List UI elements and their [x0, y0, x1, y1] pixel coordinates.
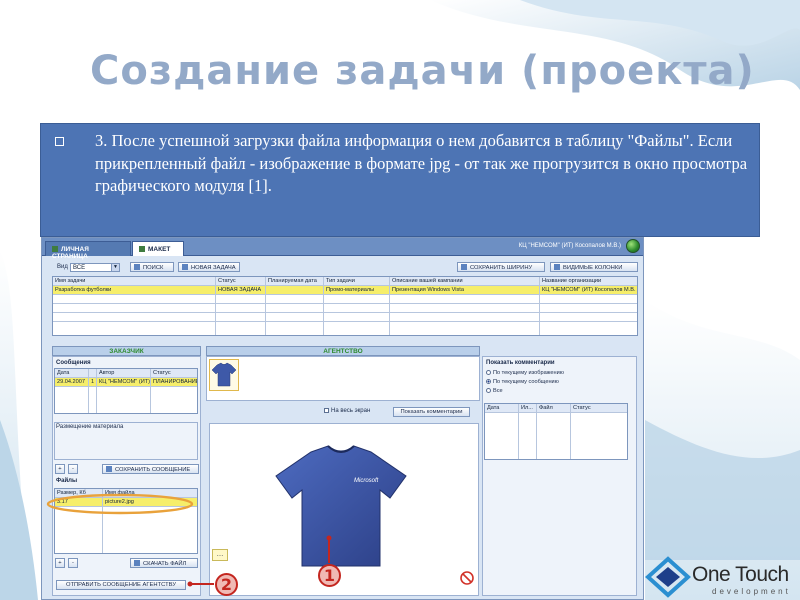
- column-header[interactable]: Описание вашей кампании: [390, 277, 540, 286]
- columns-icon: [554, 264, 560, 270]
- chevron-down-icon: ▼: [111, 264, 119, 271]
- search-icon: [134, 264, 140, 270]
- save-width-button[interactable]: СОХРАНИТЬ ШИРИНУ: [457, 262, 545, 272]
- checkbox-icon: [324, 408, 329, 413]
- files-table: Размер, Кб Имя файла 3.17 picture2.jpg: [54, 488, 198, 554]
- fit-screen-checkbox[interactable]: На весь экран: [324, 408, 370, 414]
- tshirt-brand-text: Microsoft: [354, 478, 379, 484]
- column-header[interactable]: [89, 369, 97, 378]
- current-user: КЦ "НЕМСОМ" (ИТ) Косопалов М.В.): [518, 243, 621, 249]
- tab-layout[interactable]: МАКЕТ: [132, 241, 184, 256]
- save-icon: [106, 466, 112, 472]
- thumbnail-selected[interactable]: [209, 359, 239, 391]
- column-header[interactable]: Название организации: [540, 277, 637, 286]
- save-message-button[interactable]: СОХРАНИТЬ СООБЩЕНИЕ: [102, 464, 199, 474]
- show-comments-label: Показать комментарии: [486, 360, 555, 366]
- save-icon: [461, 264, 467, 270]
- table-row[interactable]: 3.17 picture2.jpg: [55, 498, 197, 507]
- add-file-button[interactable]: +: [55, 558, 65, 568]
- send-to-agency-button[interactable]: ОТПРАВИТЬ СООБЩЕНИЕ АГЕНТСТВУ: [56, 580, 186, 590]
- table-row[interactable]: [53, 295, 637, 304]
- note-icon[interactable]: …: [212, 549, 228, 561]
- tab-personal-page[interactable]: ЛИЧНАЯ СТРАНИЦА: [45, 241, 131, 260]
- message-text-area[interactable]: [54, 422, 198, 460]
- new-task-button[interactable]: НОВАЯ ЗАДАЧА: [178, 262, 240, 272]
- tshirt-thumbnail-icon: [211, 362, 237, 387]
- slide-title: Создание задачи (проекта): [90, 48, 755, 94]
- column-header[interactable]: Ил...: [519, 404, 537, 413]
- table-row[interactable]: 29.04.2007 1 КЦ "НЕМСОМ" (ИТ) Н ПЛАНИРОВ…: [55, 378, 197, 387]
- customer-panel-header: ЗАКАЗЧИК: [52, 346, 201, 356]
- column-header[interactable]: Тип задачи: [324, 277, 390, 286]
- view-select[interactable]: ВСЕ ▼: [70, 263, 120, 272]
- table-row[interactable]: [53, 322, 637, 335]
- bullet-square-icon: [55, 137, 64, 146]
- tab-bar: ЛИЧНАЯ СТРАНИЦА МАКЕТ КЦ "НЕМСОМ" (ИТ) К…: [42, 238, 643, 260]
- column-header[interactable]: Дата: [55, 369, 89, 378]
- files-label: Файлы: [56, 478, 78, 484]
- callout-2: 2: [215, 573, 238, 596]
- column-header[interactable]: Статус: [151, 369, 197, 378]
- column-header[interactable]: Статус: [216, 277, 266, 286]
- column-header[interactable]: Статус: [571, 404, 627, 413]
- plus-button[interactable]: +: [55, 464, 65, 474]
- logo-subtext: development: [712, 587, 791, 596]
- image-preview[interactable]: Microsoft …: [209, 423, 479, 596]
- page-icon: [139, 246, 145, 252]
- radio-current-message[interactable]: По текущему сообщению: [486, 379, 559, 385]
- show-comments-button[interactable]: Показать комментарии: [393, 407, 470, 417]
- table-row[interactable]: Разработка футболки НОВАЯ ЗАДАЧА Промо-м…: [53, 286, 637, 295]
- column-header[interactable]: Размер, Кб: [55, 489, 103, 498]
- table-row[interactable]: [53, 313, 637, 322]
- diamond-logo-icon: [645, 556, 691, 598]
- column-header[interactable]: Файл: [537, 404, 571, 413]
- minus-button[interactable]: -: [68, 464, 78, 474]
- download-file-button[interactable]: СКАЧАТЬ ФАЙЛ: [130, 558, 198, 568]
- column-header[interactable]: Автор: [97, 369, 151, 378]
- visible-columns-button[interactable]: ВИДИМЫЕ КОЛОНКИ: [550, 262, 638, 272]
- comments-table: Дата Ил... Файл Статус: [484, 403, 628, 460]
- tshirt-image: Microsoft: [275, 445, 407, 567]
- column-header[interactable]: Имя файла: [103, 489, 197, 498]
- table-header: Имя задачи Статус Планируемая дата Тип з…: [53, 277, 637, 286]
- view-label: Вид: [57, 264, 68, 270]
- table-row[interactable]: [53, 304, 637, 313]
- callout-1: 1: [318, 564, 341, 587]
- thumbnail-strip: [206, 356, 480, 401]
- messages-label: Сообщения: [56, 360, 91, 366]
- comments-panel: [482, 356, 637, 596]
- column-header[interactable]: Имя задачи: [53, 277, 216, 286]
- globe-icon[interactable]: [626, 239, 640, 253]
- column-header[interactable]: Планируемая дата: [266, 277, 324, 286]
- agency-panel-header: АГЕНТСТВО: [206, 346, 480, 356]
- messages-table: Дата Автор Статус 29.04.2007 1 КЦ "НЕМСО…: [54, 368, 198, 414]
- app-window: ЛИЧНАЯ СТРАНИЦА МАКЕТ КЦ "НЕМСОМ" (ИТ) К…: [41, 237, 644, 600]
- radio-current-image[interactable]: По текущему изображению: [486, 370, 564, 376]
- no-entry-icon[interactable]: [460, 571, 474, 585]
- column-header[interactable]: Дата: [485, 404, 519, 413]
- tasks-table: Имя задачи Статус Планируемая дата Тип з…: [52, 276, 638, 336]
- remove-file-button[interactable]: -: [68, 558, 78, 568]
- add-icon: [182, 264, 188, 270]
- logo-text: One Touch: [692, 563, 789, 586]
- download-icon: [134, 560, 140, 566]
- info-text: 3. После успешной загрузки файла информа…: [95, 131, 748, 195]
- search-button[interactable]: ПОИСК: [130, 262, 174, 272]
- page-icon: [52, 246, 58, 252]
- radio-all[interactable]: Все: [486, 388, 503, 394]
